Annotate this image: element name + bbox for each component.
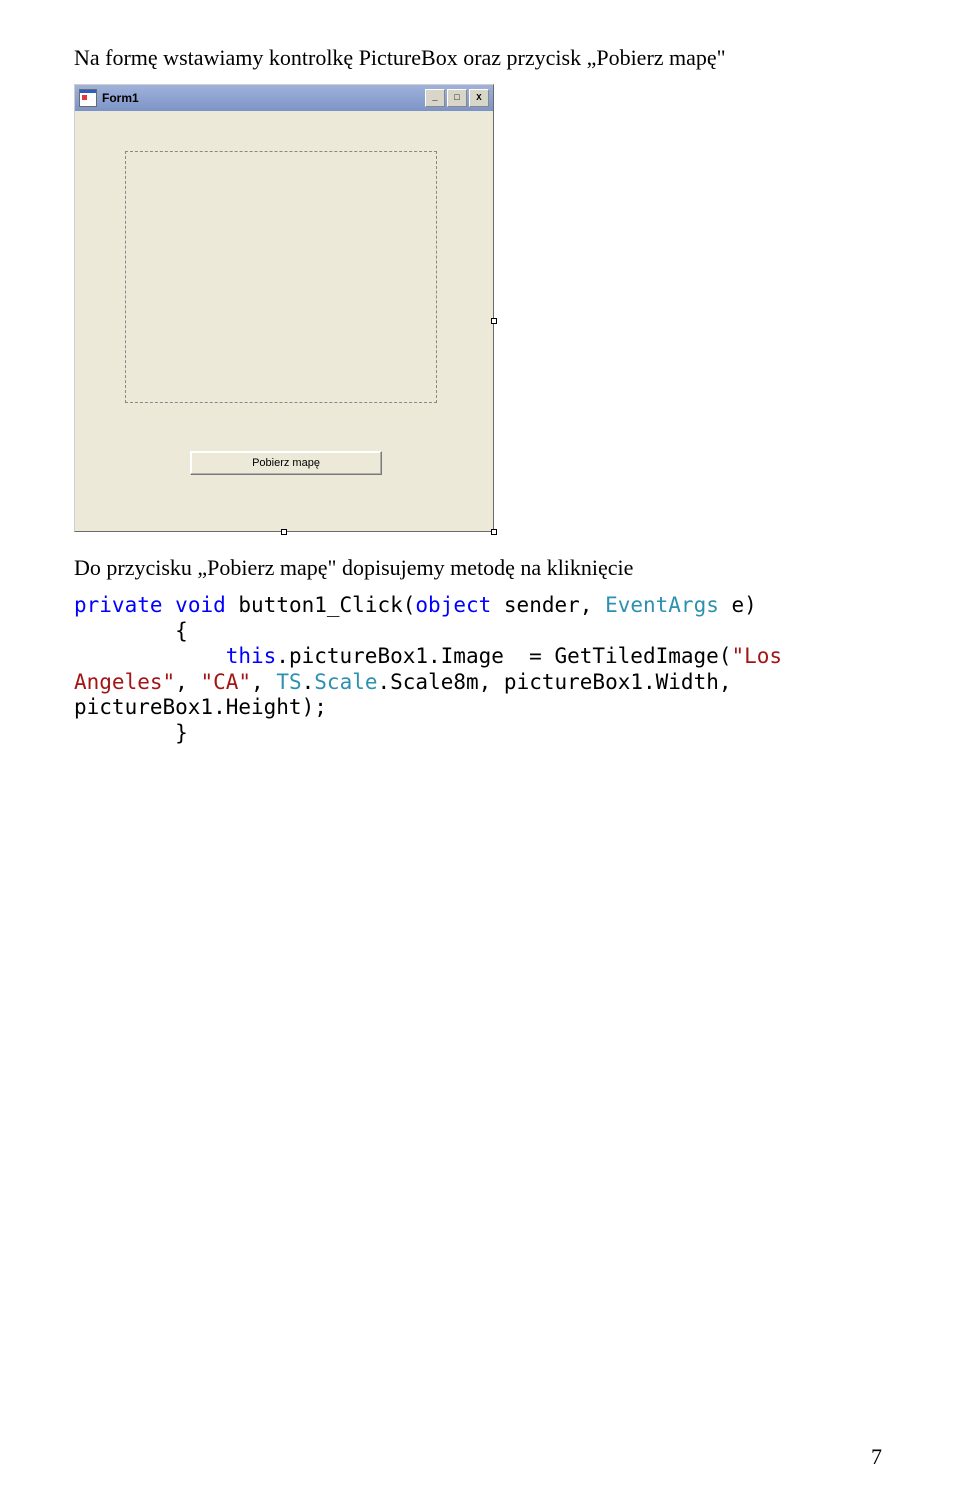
pb-assign: .pictureBox1.Image = GetTiledImage( bbox=[276, 644, 731, 668]
brace-open: { bbox=[74, 619, 188, 643]
param-sender: sender, bbox=[491, 593, 605, 617]
comma1: , bbox=[175, 670, 200, 694]
kw-this: this bbox=[226, 644, 277, 668]
method-name: button1_Click( bbox=[226, 593, 416, 617]
form-designer-screenshot: Form1 _ □ X Pobierz mapę bbox=[74, 84, 494, 532]
page-number: 7 bbox=[871, 1444, 882, 1470]
intro-paragraph-1: Na formę wstawiamy kontrolkę PictureBox … bbox=[74, 44, 886, 72]
type-ts: TS bbox=[276, 670, 301, 694]
window-title: Form1 bbox=[102, 91, 139, 105]
resize-handle-bottom[interactable] bbox=[281, 529, 287, 535]
brace-close: } bbox=[74, 721, 188, 745]
code-block: private void button1_Click(object sender… bbox=[74, 593, 886, 747]
kw-void: void bbox=[175, 593, 226, 617]
resize-handle-right[interactable] bbox=[491, 318, 497, 324]
form-icon bbox=[79, 89, 97, 107]
intro-paragraph-2: Do przycisku „Pobierz mapę" dopisujemy m… bbox=[74, 554, 886, 582]
dot: . bbox=[302, 670, 315, 694]
form-client-area: Pobierz mapę bbox=[75, 111, 493, 531]
indent bbox=[74, 644, 226, 668]
window-buttons: _ □ X bbox=[425, 89, 489, 107]
last-line: pictureBox1.Height); bbox=[74, 695, 327, 719]
resize-handle-corner[interactable] bbox=[491, 529, 497, 535]
titlebar-left: Form1 bbox=[79, 89, 139, 107]
comma2: , bbox=[251, 670, 276, 694]
maximize-button[interactable]: □ bbox=[447, 89, 467, 107]
string-ca: "CA" bbox=[200, 670, 251, 694]
type-eventargs: EventArgs bbox=[605, 593, 719, 617]
kw-object: object bbox=[415, 593, 491, 617]
kw-private: private bbox=[74, 593, 163, 617]
window-titlebar: Form1 _ □ X bbox=[75, 85, 493, 111]
rest-args: .Scale8m, pictureBox1.Width, bbox=[378, 670, 745, 694]
minimize-button[interactable]: _ bbox=[425, 89, 445, 107]
param-e: e) bbox=[719, 593, 757, 617]
type-scale: Scale bbox=[314, 670, 377, 694]
pobierz-mape-button[interactable]: Pobierz mapę bbox=[190, 451, 382, 475]
close-button[interactable]: X bbox=[469, 89, 489, 107]
picturebox-placeholder bbox=[125, 151, 437, 403]
